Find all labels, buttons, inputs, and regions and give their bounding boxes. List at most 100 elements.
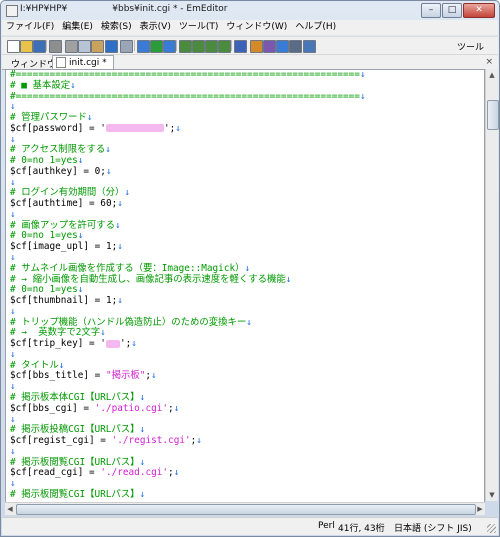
line-end-icon: ↓ xyxy=(10,413,16,425)
code-token: '; xyxy=(163,122,176,134)
status-mode[interactable]: Perl xyxy=(318,521,335,531)
menu-view[interactable]: 表示(V) xyxy=(136,20,175,35)
code-line[interactable]: $cf[image_upl] = 1;↓ xyxy=(10,241,484,253)
line-end-icon: ↓ xyxy=(10,252,16,264)
line-end-icon: ↓ xyxy=(359,90,366,102)
code-token: # 0=no 1=yes xyxy=(10,155,78,167)
menu-edit[interactable]: 編集(E) xyxy=(58,20,97,35)
code-token: './read.cgi' xyxy=(100,467,169,479)
close-tab-icon[interactable]: × xyxy=(485,57,493,67)
menu-search[interactable]: 検索(S) xyxy=(97,20,136,35)
code-token: # 掲示板閲覧CGI【URLパス】 xyxy=(10,456,140,468)
code-token: $cf[thumbnail] = 1; xyxy=(10,295,118,307)
code-line[interactable]: $cf[authkey] = 0;↓ xyxy=(10,166,484,178)
maximize-button[interactable]: □ xyxy=(442,3,462,18)
code-line[interactable]: $cf[thumbnail] = 1;↓ xyxy=(10,295,484,307)
code-token: $cf[image_upl] = 1; xyxy=(10,241,118,253)
status-encoding[interactable]: 日本語 (シフト JIS) xyxy=(394,521,472,534)
paste-icon[interactable] xyxy=(91,40,104,53)
macro-2-icon[interactable] xyxy=(263,40,276,53)
layout-1-icon[interactable] xyxy=(179,40,192,53)
redacted-value xyxy=(105,124,164,133)
code-line[interactable]: $cf[authtime] = 60;↓ xyxy=(10,198,484,210)
editor-area[interactable]: #=======================================… xyxy=(5,69,485,503)
new-file-icon[interactable] xyxy=(7,40,20,53)
find-next-icon[interactable] xyxy=(150,40,163,53)
line-end-icon: ↓ xyxy=(10,445,16,457)
toolbar-tools-label: ツール xyxy=(456,43,484,53)
minimize-button[interactable]: – xyxy=(421,3,441,18)
code-line[interactable]: #=======================================… xyxy=(10,70,484,81)
code-token: $cf[password] = ' xyxy=(10,122,106,134)
print-icon[interactable] xyxy=(49,40,62,53)
menu-window[interactable]: ウィンドウ(W) xyxy=(222,20,291,35)
redo-icon[interactable] xyxy=(120,40,133,53)
save-icon[interactable] xyxy=(33,40,46,53)
macro-1-icon[interactable] xyxy=(250,40,263,53)
layout-3-icon[interactable] xyxy=(205,40,218,53)
code-token: # 0=no 1=yes xyxy=(10,230,78,242)
code-token: # 0=no 1=yes xyxy=(10,284,78,296)
code-line[interactable]: $cf[trip_key] = ' ';↓ xyxy=(10,338,484,350)
code-token: # 掲示板投稿CGI【URLパス】 xyxy=(10,424,140,436)
line-end-icon: ↓ xyxy=(10,208,16,220)
code-line[interactable]: # 掲示板閲覧CGI【URLパス】↓ xyxy=(10,489,484,501)
scroll-down-icon[interactable]: ▼ xyxy=(487,490,497,500)
line-end-icon: ↓ xyxy=(139,424,146,436)
code-token: "掲示板" xyxy=(105,370,146,382)
code-token: '; xyxy=(119,338,132,350)
menu-help[interactable]: ヘルプ(H) xyxy=(291,20,340,35)
menu-bar: ファイル(F) 編集(E) 検索(S) 表示(V) ツール(T) ウィンドウ(W… xyxy=(2,20,498,35)
resize-grip-icon[interactable] xyxy=(487,524,496,533)
line-end-icon: ↓ xyxy=(10,176,16,188)
horizontal-scrollbar[interactable]: ◀ ▶ xyxy=(5,502,485,515)
scroll-right-icon[interactable]: ▶ xyxy=(475,504,485,514)
title-bar[interactable]: I:¥HP¥HP¥ ¥bbs¥init.cgi * - EmEditor – □… xyxy=(1,1,499,19)
line-end-icon: ↓ xyxy=(115,219,121,231)
replace-icon[interactable] xyxy=(163,40,176,53)
code-line[interactable]: $cf[bbs_cgi] = './patio.cgi';↓ xyxy=(10,403,484,415)
macro-dropdown-icon[interactable] xyxy=(289,40,302,53)
code-token: # → 英数字で2文字 xyxy=(10,327,101,339)
vertical-scroll-thumb[interactable] xyxy=(487,100,499,130)
copy-icon[interactable] xyxy=(78,40,91,53)
code-token: # 管理パスワード xyxy=(10,112,87,124)
toolbar: ツール xyxy=(2,36,498,54)
close-button[interactable]: ✕ xyxy=(463,3,495,18)
vertical-scrollbar[interactable]: ▲ ▼ xyxy=(485,69,499,501)
config-icon[interactable] xyxy=(234,40,247,53)
open-folder-icon[interactable] xyxy=(20,40,33,53)
layout-2-icon[interactable] xyxy=(192,40,205,53)
code-token: # 画像アップを許可する xyxy=(10,219,116,231)
code-line[interactable]: $cf[password] = ' ';↓ xyxy=(10,122,484,135)
code-text[interactable]: #=======================================… xyxy=(6,70,484,501)
code-token: # ■ 基本設定 xyxy=(10,79,71,91)
code-token: $cf[authtime] = 60; xyxy=(10,198,118,210)
close-icon: ✕ xyxy=(475,5,483,15)
tab-init-cgi[interactable]: init.cgi * xyxy=(52,55,114,69)
plugin-icon[interactable] xyxy=(303,40,316,53)
menu-file[interactable]: ファイル(F) xyxy=(2,20,58,35)
code-line[interactable]: $cf[bbs_title] = "掲示板";↓ xyxy=(10,371,484,382)
macro-3-icon[interactable] xyxy=(276,40,289,53)
find-icon[interactable] xyxy=(137,40,150,53)
code-line[interactable]: #=======================================… xyxy=(10,90,484,103)
code-token: $cf[read_cgi] = xyxy=(10,467,101,479)
code-line[interactable]: $cf[regist_cgi] = './regist.cgi';↓ xyxy=(10,435,484,447)
scroll-up-icon[interactable]: ▲ xyxy=(487,70,497,80)
code-line[interactable]: $cf[read_cgi] = './read.cgi';↓ xyxy=(10,467,484,479)
menu-tools[interactable]: ツール(T) xyxy=(175,20,223,35)
horizontal-scroll-thumb[interactable] xyxy=(16,504,476,515)
code-token: './regist.cgi' xyxy=(111,435,191,447)
layout-4-icon[interactable] xyxy=(218,40,231,53)
line-end-icon: ↓ xyxy=(139,391,146,403)
code-token: #=======================================… xyxy=(10,69,360,80)
cut-icon[interactable] xyxy=(65,40,78,53)
redacted-value xyxy=(105,339,120,348)
window-controls: – □ ✕ xyxy=(421,3,495,18)
code-line[interactable]: ↓ xyxy=(10,349,484,361)
line-end-icon: ↓ xyxy=(117,198,123,210)
app-icon xyxy=(6,5,18,17)
undo-icon[interactable] xyxy=(105,40,118,53)
scroll-left-icon[interactable]: ◀ xyxy=(5,504,15,514)
